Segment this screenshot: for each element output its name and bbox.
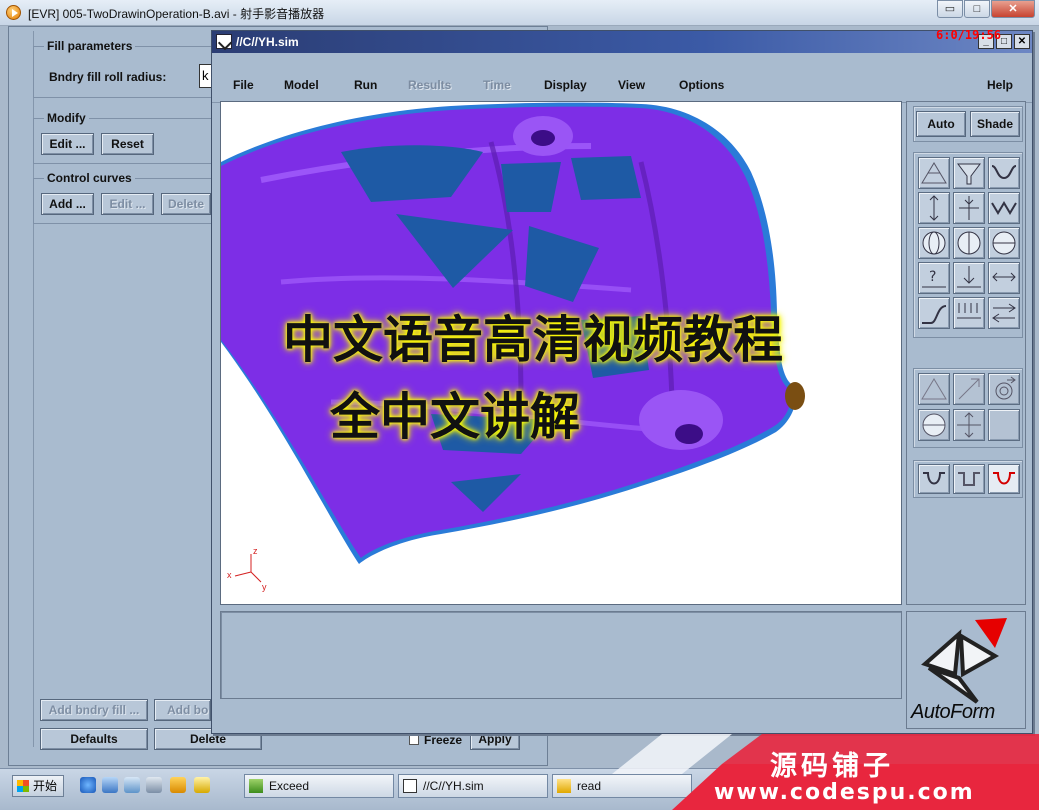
tool-curve-flat-icon[interactable] [953, 464, 985, 494]
tool-bend-icon[interactable] [918, 297, 950, 329]
tool-mesh-icon[interactable] [918, 157, 950, 189]
control-curves-add-button[interactable]: Add ... [41, 193, 94, 215]
notes-icon[interactable] [194, 777, 210, 793]
modify-title: Modify [44, 111, 89, 125]
shade-button[interactable]: Shade [970, 111, 1020, 137]
freeze-label: Freeze [424, 733, 463, 747]
ie-icon[interactable] [80, 777, 96, 793]
tool-center-arrows-icon[interactable] [953, 192, 985, 224]
tool-mesh-faded-icon[interactable] [918, 373, 950, 405]
autoform-logo-text: AutoForm [911, 701, 995, 723]
menu-model[interactable]: Model [284, 78, 319, 92]
control-curves-delete-button[interactable]: Delete [161, 193, 211, 215]
view-tools-group: ? [913, 152, 1023, 338]
taskbar-item-yhsim-label: //C//YH.sim [423, 779, 484, 793]
tool-query-icon[interactable]: ? [918, 262, 950, 294]
add-other-button[interactable]: Add bo [154, 699, 211, 721]
overlay-caption-line1: 中文语音高清视频教程 [283, 311, 783, 369]
playback-counter: 6:0/19:56 [936, 28, 1002, 42]
tool-profile-icon[interactable] [988, 157, 1020, 189]
taskbar-item-exceed-label: Exceed [269, 779, 310, 793]
player-window-buttons: ▭ □ ✕ [936, 0, 1035, 18]
menu-file[interactable]: File [233, 78, 254, 92]
menu-run[interactable]: Run [354, 78, 377, 92]
player-titlebar: [EVR] 005-TwoDrawinOperation-B.avi - 射手影… [0, 0, 1039, 26]
tool-vertical-arrows-icon[interactable] [918, 192, 950, 224]
modify-edit-button[interactable]: Edit ... [41, 133, 94, 155]
player-app-icon [6, 5, 21, 20]
exceed-icon [249, 779, 263, 793]
axis-z-label: z [253, 546, 258, 556]
start-button[interactable]: 开始 [12, 775, 64, 797]
axis-x-label: x [227, 570, 232, 580]
defaults-button[interactable]: Defaults [40, 728, 148, 750]
tool-empty-slot [988, 409, 1020, 441]
tool-curve-u-icon[interactable] [918, 464, 950, 494]
tools-icon[interactable] [170, 777, 186, 793]
bndry-fill-roll-radius-label: Bndry fill roll radius: [49, 70, 167, 84]
player-minimize-button[interactable]: ▭ [937, 0, 963, 18]
tool-press-icon[interactable] [953, 297, 985, 329]
control-curves-edit-button[interactable]: Edit ... [101, 193, 154, 215]
taskbar-item-read-label: read [577, 779, 602, 793]
overlay-caption-line2: 全中文讲解 [330, 388, 580, 446]
player-window-title: [EVR] 005-TwoDrawinOperation-B.avi - 射手影… [28, 7, 325, 21]
message-area [220, 611, 902, 699]
watermark-url: www.codespu.com [714, 780, 975, 805]
blue-panel [571, 156, 641, 200]
sim-window-title: //C//YH.sim [236, 35, 299, 49]
tool-spread-icon[interactable] [988, 262, 1020, 294]
add-bndry-fill-button[interactable]: Add bndry fill ... [40, 699, 148, 721]
sim-close-button[interactable]: ✕ [1014, 34, 1030, 49]
tool-move-icon[interactable] [953, 409, 985, 441]
taskbar-item-exceed[interactable]: Exceed [244, 774, 394, 798]
bndry-fill-roll-radius-value: k [202, 68, 209, 83]
svg-text:?: ? [929, 269, 936, 285]
menu-results[interactable]: Results [408, 78, 451, 92]
secondary-tools-group [913, 368, 1023, 448]
fill-parameters-title: Fill parameters [44, 39, 136, 53]
sim-menubar: File Model Run Results Time Display View… [212, 53, 1032, 103]
menu-display[interactable]: Display [544, 78, 587, 92]
tool-funnel-icon[interactable] [953, 157, 985, 189]
menu-options[interactable]: Options [679, 78, 724, 92]
media-icon[interactable] [146, 777, 162, 793]
folder-icon [557, 779, 571, 793]
corner-tab [785, 382, 805, 410]
explorer-icon[interactable] [102, 777, 118, 793]
tool-rotate-icon[interactable] [953, 227, 985, 259]
tool-orbit-icon[interactable] [988, 227, 1020, 259]
tool-panel: Auto Shade ? [906, 101, 1026, 605]
player-maximize-button[interactable]: □ [964, 0, 990, 18]
tool-sphere-icon[interactable] [918, 227, 950, 259]
tool-arrow-diag-icon[interactable] [953, 373, 985, 405]
autoform-logo-panel: AutoForm [906, 611, 1026, 729]
freeze-checkbox[interactable] [409, 735, 419, 745]
blue-panel [501, 162, 561, 212]
watermark-title: 源码铺子 [770, 751, 894, 782]
auto-button[interactable]: Auto [916, 111, 966, 137]
curve-tools-group [913, 460, 1023, 498]
axis-y-label: y [262, 582, 267, 592]
sim-window-icon [216, 34, 232, 49]
tool-spiral-icon[interactable] [988, 373, 1020, 405]
tool-down-arrow-icon[interactable] [953, 262, 985, 294]
control-curves-title: Control curves [44, 171, 135, 185]
tool-sphere-faded-icon[interactable] [918, 409, 950, 441]
tool-wave-icon[interactable] [988, 192, 1020, 224]
tool-curve-red-icon[interactable] [988, 464, 1020, 494]
menu-help[interactable]: Help [987, 78, 1013, 92]
menu-view[interactable]: View [618, 78, 645, 92]
menu-time[interactable]: Time [483, 78, 511, 92]
display-mode-group: Auto Shade [913, 106, 1023, 142]
window-switch-icon[interactable] [124, 777, 140, 793]
player-close-button[interactable]: ✕ [991, 0, 1035, 18]
taskbar-item-yhsim[interactable]: //C//YH.sim [398, 774, 548, 798]
modify-reset-button[interactable]: Reset [101, 133, 154, 155]
tool-stretch-icon[interactable] [988, 297, 1020, 329]
sim-titlebar: //C//YH.sim _ □ ✕ [212, 31, 1032, 53]
sim-app-icon [403, 779, 417, 793]
